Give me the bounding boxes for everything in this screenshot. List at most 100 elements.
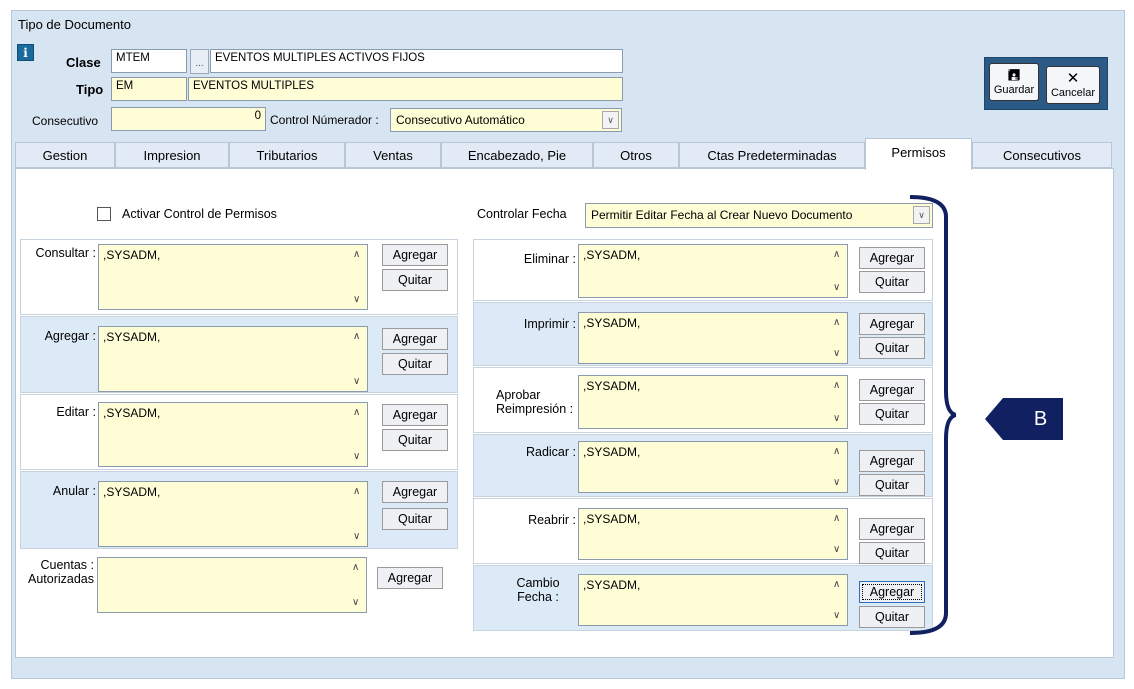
chevron-down-icon[interactable]: ∨ [833, 348, 840, 359]
permiso-group-editar: Editar : ,SYSADM, ∧ ∨ Agregar Quitar [20, 394, 458, 470]
chevron-up-icon[interactable]: ∧ [833, 380, 840, 391]
permiso-value: ,SYSADM, [103, 485, 161, 499]
chevron-down-icon[interactable]: ∨ [602, 111, 619, 129]
permiso-label: Aprobar Reimpresión : [496, 388, 574, 416]
clase-lookup-button[interactable]: ... [190, 49, 209, 74]
remove-button[interactable]: Quitar [382, 429, 448, 451]
permiso-textarea[interactable]: ,SYSADM, ∧ ∨ [98, 326, 368, 392]
scrollbar[interactable]: ∧ ∨ [831, 444, 845, 490]
cancel-label: Cancelar [1050, 87, 1096, 99]
chevron-up-icon[interactable]: ∧ [833, 446, 840, 457]
permiso-textarea[interactable]: ,SYSADM, ∧ ∨ [578, 441, 848, 493]
chevron-up-icon[interactable]: ∧ [352, 562, 359, 573]
add-cuentas-button[interactable]: Agregar [377, 567, 443, 589]
scrollbar[interactable]: ∧ ∨ [351, 329, 365, 389]
permiso-label: Anular : [52, 484, 96, 498]
scrollbar[interactable]: ∧ ∨ [351, 484, 365, 544]
controlar-fecha-value: Permitir Editar Fecha al Crear Nuevo Doc… [591, 208, 853, 222]
scrollbar[interactable]: ∧ ∨ [351, 247, 365, 307]
permiso-textarea[interactable]: ,SYSADM, ∧ ∨ [578, 375, 848, 429]
cuentas-autorizadas-label: Cuentas : Autorizadas [27, 558, 94, 586]
permiso-group-consultar: Consultar : ,SYSADM, ∧ ∨ Agregar Quitar [20, 239, 458, 315]
scrollbar[interactable]: ∧ ∨ [350, 560, 364, 610]
remove-button[interactable]: Quitar [382, 508, 448, 530]
chevron-up-icon[interactable]: ∧ [833, 513, 840, 524]
permiso-group-radicar: Radicar : ,SYSADM, ∧ ∨ Agregar Quitar [473, 434, 933, 497]
permiso-value: ,SYSADM, [583, 445, 641, 459]
chevron-down-icon[interactable]: ∨ [833, 610, 840, 621]
save-button[interactable]: 🖪 Guardar [989, 63, 1039, 101]
info-icon[interactable]: i [17, 44, 34, 61]
permiso-textarea[interactable]: ,SYSADM, ∧ ∨ [578, 574, 848, 626]
permiso-textarea[interactable]: ,SYSADM, ∧ ∨ [98, 402, 368, 467]
chevron-down-icon[interactable]: ∨ [833, 282, 840, 293]
chevron-up-icon[interactable]: ∧ [353, 407, 360, 418]
permiso-textarea[interactable]: ,SYSADM, ∧ ∨ [578, 508, 848, 560]
cancel-button[interactable]: ✕ Cancelar [1046, 66, 1100, 104]
permiso-value: ,SYSADM, [103, 330, 161, 344]
chevron-down-icon[interactable]: ∨ [353, 294, 360, 305]
control-numerador-select[interactable]: Consecutivo Automático ∨ [390, 108, 622, 132]
tipo-label: Tipo [76, 82, 104, 97]
activar-permisos-checkbox[interactable] [97, 207, 111, 221]
activar-permisos-label: Activar Control de Permisos [122, 207, 277, 221]
permiso-textarea[interactable]: ,SYSADM, ∧ ∨ [578, 312, 848, 364]
controlar-fecha-select[interactable]: Permitir Editar Fecha al Crear Nuevo Doc… [585, 203, 933, 228]
chevron-down-icon[interactable]: ∨ [353, 451, 360, 462]
permiso-label: Imprimir : [523, 317, 576, 331]
chevron-down-icon[interactable]: ∨ [352, 597, 359, 608]
cuentas-autorizadas-textarea[interactable]: ∧ ∨ [97, 557, 367, 613]
chevron-down-icon[interactable]: ∨ [833, 477, 840, 488]
permiso-value: ,SYSADM, [583, 379, 641, 393]
permiso-textarea[interactable]: ,SYSADM, ∧ ∨ [578, 244, 848, 298]
permiso-value: ,SYSADM, [583, 316, 641, 330]
permiso-group-agregar: Agregar : ,SYSADM, ∧ ∨ Agregar Quitar [20, 316, 458, 393]
scrollbar[interactable]: ∧ ∨ [831, 511, 845, 557]
tab-ctas-predeterminadas[interactable]: Ctas Predeterminadas [679, 142, 865, 168]
add-button[interactable]: Agregar [382, 404, 448, 426]
tab-encabezado-pie[interactable]: Encabezado, Pie [441, 142, 593, 168]
chevron-up-icon[interactable]: ∧ [833, 317, 840, 328]
tipo-description-field[interactable]: EVENTOS MULTIPLES [188, 77, 623, 101]
tab-impresion[interactable]: Impresion [115, 142, 229, 168]
tab-ventas[interactable]: Ventas [345, 142, 441, 168]
permiso-group-anular: Anular : ,SYSADM, ∧ ∨ Agregar Quitar [20, 471, 458, 549]
add-button[interactable]: Agregar [382, 328, 448, 350]
floppy-disk-icon: 🖪 [1007, 67, 1021, 84]
chevron-up-icon[interactable]: ∧ [353, 486, 360, 497]
scrollbar[interactable]: ∧ ∨ [831, 378, 845, 426]
clase-code-field[interactable]: MTEM [111, 49, 187, 73]
clase-description: EVENTOS MULTIPLES ACTIVOS FIJOS [210, 49, 623, 73]
remove-button[interactable]: Quitar [382, 269, 448, 291]
add-button[interactable]: Agregar [382, 244, 448, 266]
chevron-up-icon[interactable]: ∧ [353, 331, 360, 342]
permiso-textarea[interactable]: ,SYSADM, ∧ ∨ [98, 481, 368, 547]
consecutivo-label: Consecutivo [32, 114, 99, 128]
chevron-down-icon[interactable]: ∨ [833, 544, 840, 555]
tab-consecutivos[interactable]: Consecutivos [972, 142, 1112, 168]
permiso-label: Reabrir : [528, 513, 576, 527]
tab-permisos[interactable]: Permisos [865, 138, 972, 170]
permiso-group-eliminar: Eliminar : ,SYSADM, ∧ ∨ Agregar Quitar [473, 239, 933, 301]
remove-button[interactable]: Quitar [382, 353, 448, 375]
permiso-textarea[interactable]: ,SYSADM, ∧ ∨ [98, 244, 368, 310]
tab-tributarios[interactable]: Tributarios [229, 142, 345, 168]
permiso-value: ,SYSADM, [103, 406, 161, 420]
permiso-label: Agregar : [44, 329, 96, 343]
chevron-down-icon[interactable]: ∨ [353, 531, 360, 542]
tab-otros[interactable]: Otros [593, 142, 679, 168]
tab-gestion[interactable]: Gestion [15, 142, 115, 168]
scrollbar[interactable]: ∧ ∨ [831, 577, 845, 623]
scrollbar[interactable]: ∧ ∨ [831, 315, 845, 361]
scrollbar[interactable]: ∧ ∨ [351, 405, 365, 464]
add-button[interactable]: Agregar [382, 481, 448, 503]
chevron-up-icon[interactable]: ∧ [833, 579, 840, 590]
chevron-down-icon[interactable]: ∨ [353, 376, 360, 387]
tipo-code-field[interactable]: EM [111, 77, 187, 101]
chevron-up-icon[interactable]: ∧ [833, 249, 840, 260]
chevron-down-icon[interactable]: ∨ [833, 413, 840, 424]
chevron-up-icon[interactable]: ∧ [353, 249, 360, 260]
scrollbar[interactable]: ∧ ∨ [831, 247, 845, 295]
consecutivo-field[interactable]: 0 [111, 107, 266, 131]
permiso-label: Radicar : [525, 445, 576, 459]
